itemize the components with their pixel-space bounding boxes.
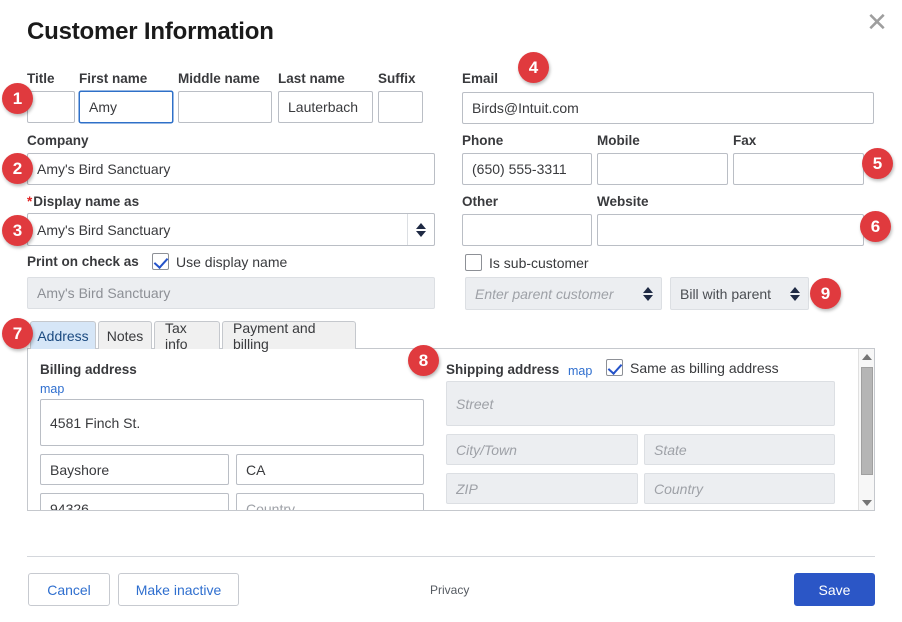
print-on-check-input[interactable] bbox=[27, 277, 435, 309]
suffix-input[interactable] bbox=[378, 91, 423, 123]
cancel-button[interactable]: Cancel bbox=[28, 573, 110, 606]
label-print-on-check-as: Print on check as bbox=[27, 254, 139, 269]
label-other: Other bbox=[462, 194, 499, 209]
billing-city-input[interactable] bbox=[40, 454, 229, 485]
website-input[interactable] bbox=[597, 214, 864, 246]
make-inactive-button[interactable]: Make inactive bbox=[118, 573, 239, 606]
bill-with-parent-value: Bill with parent bbox=[680, 285, 772, 302]
save-button[interactable]: Save bbox=[794, 573, 875, 606]
is-sub-customer-label: Is sub-customer bbox=[489, 255, 589, 271]
parent-customer-select[interactable]: Enter parent customer bbox=[465, 277, 662, 310]
first-name-input[interactable] bbox=[79, 91, 173, 123]
chevron-updown-icon[interactable] bbox=[634, 278, 661, 309]
same-as-billing-label: Same as billing address bbox=[630, 360, 779, 376]
badge-3: 3 bbox=[2, 215, 33, 246]
customer-information-dialog: ✕ Customer Information Title First name … bbox=[0, 0, 902, 622]
billing-address-title: Billing address bbox=[40, 362, 137, 377]
shipping-state-input[interactable] bbox=[644, 434, 835, 465]
label-title: Title bbox=[27, 71, 55, 86]
parent-customer-placeholder: Enter parent customer bbox=[475, 285, 614, 302]
mobile-input[interactable] bbox=[597, 153, 728, 185]
tab-notes[interactable]: Notes bbox=[98, 321, 152, 349]
use-display-name-label: Use display name bbox=[176, 254, 288, 270]
badge-8: 8 bbox=[408, 345, 439, 376]
chevron-updown-icon[interactable] bbox=[407, 214, 434, 245]
other-input[interactable] bbox=[462, 214, 592, 246]
display-name-value: Amy's Bird Sanctuary bbox=[37, 221, 171, 238]
address-tab-panel: Billing address map Shipping address map… bbox=[27, 348, 875, 511]
phone-input[interactable] bbox=[462, 153, 592, 185]
privacy-link[interactable]: Privacy bbox=[430, 583, 469, 597]
badge-7: 7 bbox=[2, 318, 33, 349]
label-email: Email bbox=[462, 71, 499, 86]
shipping-map-link[interactable]: map bbox=[568, 364, 592, 378]
badge-9: 9 bbox=[810, 278, 841, 309]
billing-country-input[interactable] bbox=[236, 493, 424, 510]
label-website: Website bbox=[597, 194, 649, 209]
label-fax: Fax bbox=[733, 133, 757, 148]
display-name-select[interactable]: Amy's Bird Sanctuary bbox=[27, 213, 435, 246]
badge-1: 1 bbox=[2, 83, 33, 114]
shipping-country-input[interactable] bbox=[644, 473, 835, 504]
required-marker: * bbox=[27, 194, 33, 209]
email-input[interactable] bbox=[462, 92, 874, 124]
scrollbar-thumb[interactable] bbox=[861, 367, 873, 475]
scroll-down-icon[interactable] bbox=[859, 495, 874, 510]
label-first-name: First name bbox=[79, 71, 148, 86]
panel-scrollbar[interactable] bbox=[858, 349, 874, 510]
shipping-zip-input[interactable] bbox=[446, 473, 638, 504]
badge-2: 2 bbox=[2, 153, 33, 184]
badge-4: 4 bbox=[518, 52, 549, 83]
shipping-city-input[interactable] bbox=[446, 434, 638, 465]
tab-tax-info[interactable]: Tax info bbox=[154, 320, 220, 352]
label-suffix: Suffix bbox=[378, 71, 416, 86]
title-input[interactable] bbox=[27, 91, 75, 123]
display-name-label-text: Display name as bbox=[33, 194, 140, 209]
shipping-address-title: Shipping address bbox=[446, 362, 560, 377]
chevron-updown-icon[interactable] bbox=[781, 278, 808, 309]
tab-address[interactable]: Address bbox=[30, 321, 96, 349]
tab-payment-and-billing[interactable]: Payment and billing bbox=[222, 320, 356, 352]
scroll-up-icon[interactable] bbox=[859, 349, 874, 364]
badge-6: 6 bbox=[860, 211, 891, 242]
shipping-street-input[interactable] bbox=[446, 381, 835, 426]
page-title: Customer Information bbox=[27, 18, 274, 45]
label-last-name: Last name bbox=[278, 71, 345, 86]
middle-name-input[interactable] bbox=[178, 91, 272, 123]
label-mobile: Mobile bbox=[597, 133, 640, 148]
use-display-name-checkbox[interactable] bbox=[152, 253, 169, 270]
same-as-billing-checkbox[interactable] bbox=[606, 359, 623, 376]
close-icon[interactable]: ✕ bbox=[862, 8, 892, 38]
last-name-input[interactable] bbox=[278, 91, 373, 123]
fax-input[interactable] bbox=[733, 153, 864, 185]
company-input[interactable] bbox=[27, 153, 435, 185]
label-middle-name: Middle name bbox=[178, 71, 260, 86]
label-company: Company bbox=[27, 133, 89, 148]
label-display-name-as: *Display name as bbox=[27, 194, 139, 209]
billing-state-input[interactable] bbox=[236, 454, 424, 485]
billing-map-link[interactable]: map bbox=[40, 382, 64, 396]
footer-divider bbox=[27, 556, 875, 557]
badge-5: 5 bbox=[862, 148, 893, 179]
billing-zip-input[interactable] bbox=[40, 493, 229, 510]
label-phone: Phone bbox=[462, 133, 504, 148]
is-sub-customer-checkbox[interactable] bbox=[465, 254, 482, 271]
billing-street-input[interactable] bbox=[40, 399, 424, 446]
bill-with-parent-select[interactable]: Bill with parent bbox=[670, 277, 809, 310]
